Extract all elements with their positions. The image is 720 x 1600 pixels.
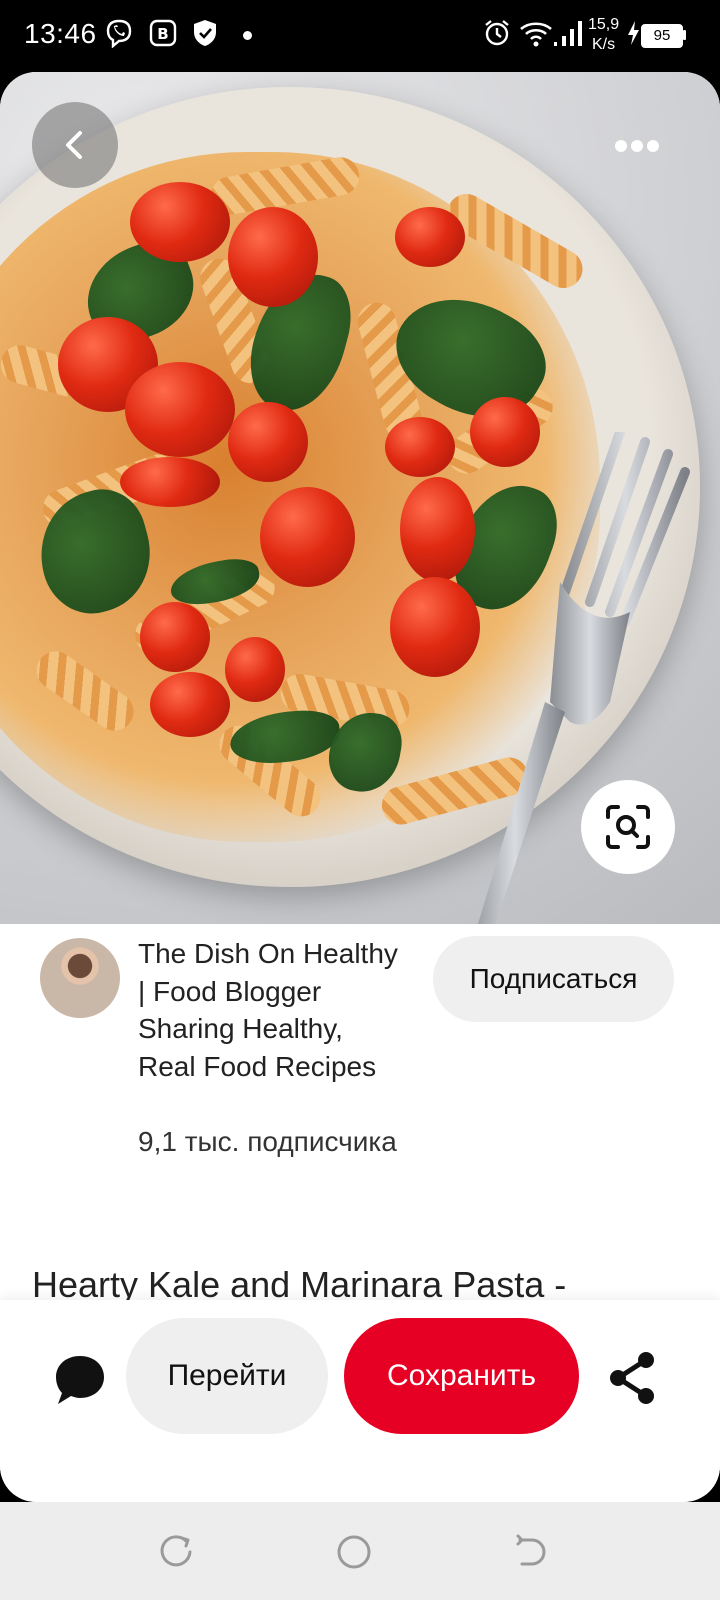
back-button[interactable] — [32, 102, 118, 188]
follower-count: 9,1 тыс. подписчика — [138, 1126, 397, 1157]
cherry-tomato — [385, 417, 455, 477]
cherry-tomato — [260, 487, 355, 587]
svg-text:B: B — [157, 25, 168, 43]
comment-icon[interactable] — [50, 1350, 110, 1410]
subscribe-button[interactable]: Подписаться — [433, 936, 674, 1022]
more-button[interactable] — [594, 118, 680, 174]
cherry-tomato — [228, 402, 308, 482]
signal-icon — [554, 21, 582, 46]
cherry-tomato — [390, 577, 480, 677]
battery-level: 95 — [653, 27, 671, 44]
cherry-tomato — [395, 207, 465, 267]
visual-search-icon — [606, 805, 650, 849]
system-nav-bar — [0, 1502, 720, 1600]
bitcoin-icon: B — [149, 19, 177, 47]
battery-icon: 95 — [641, 24, 683, 48]
back-icon[interactable] — [510, 1532, 550, 1572]
cherry-tomato — [150, 672, 230, 737]
creator-name[interactable]: The Dish On Healthy | Food Blogger Shari… — [138, 935, 408, 1085]
alarm-icon — [485, 20, 509, 46]
visit-button[interactable]: Перейти — [126, 1318, 328, 1434]
wifi-icon — [520, 22, 552, 47]
status-bar: 13:46 B 15,9 K/s 95 — [0, 0, 720, 72]
cherry-tomato — [120, 457, 220, 507]
viber-icon — [106, 19, 132, 48]
creator-avatar[interactable] — [40, 938, 120, 1018]
cherry-tomato — [228, 207, 318, 307]
net-speed-unit: K/s — [592, 36, 616, 53]
pin-card: The Dish On Healthy | Food Blogger Shari… — [0, 72, 720, 1502]
recent-apps-icon[interactable] — [156, 1532, 196, 1572]
charging-icon — [628, 21, 639, 45]
pin-image[interactable] — [0, 72, 720, 924]
home-icon[interactable] — [334, 1532, 374, 1572]
dot-icon — [243, 31, 252, 40]
cherry-tomato — [225, 637, 285, 702]
cherry-tomato — [140, 602, 210, 672]
battery-tip — [683, 30, 686, 40]
share-icon[interactable] — [606, 1350, 658, 1406]
status-time: 13:46 — [24, 18, 97, 49]
visual-search-button[interactable] — [581, 780, 675, 874]
more-dots-icon — [615, 140, 659, 152]
cherry-tomato — [400, 477, 475, 582]
back-arrow-icon — [66, 131, 82, 159]
action-bar: Перейти Сохранить — [0, 1300, 720, 1502]
cherry-tomato — [130, 182, 230, 262]
cherry-tomato — [125, 362, 235, 457]
net-speed-value: 15,9 — [588, 16, 620, 33]
save-button[interactable]: Сохранить — [344, 1318, 579, 1434]
shield-icon — [194, 20, 216, 46]
